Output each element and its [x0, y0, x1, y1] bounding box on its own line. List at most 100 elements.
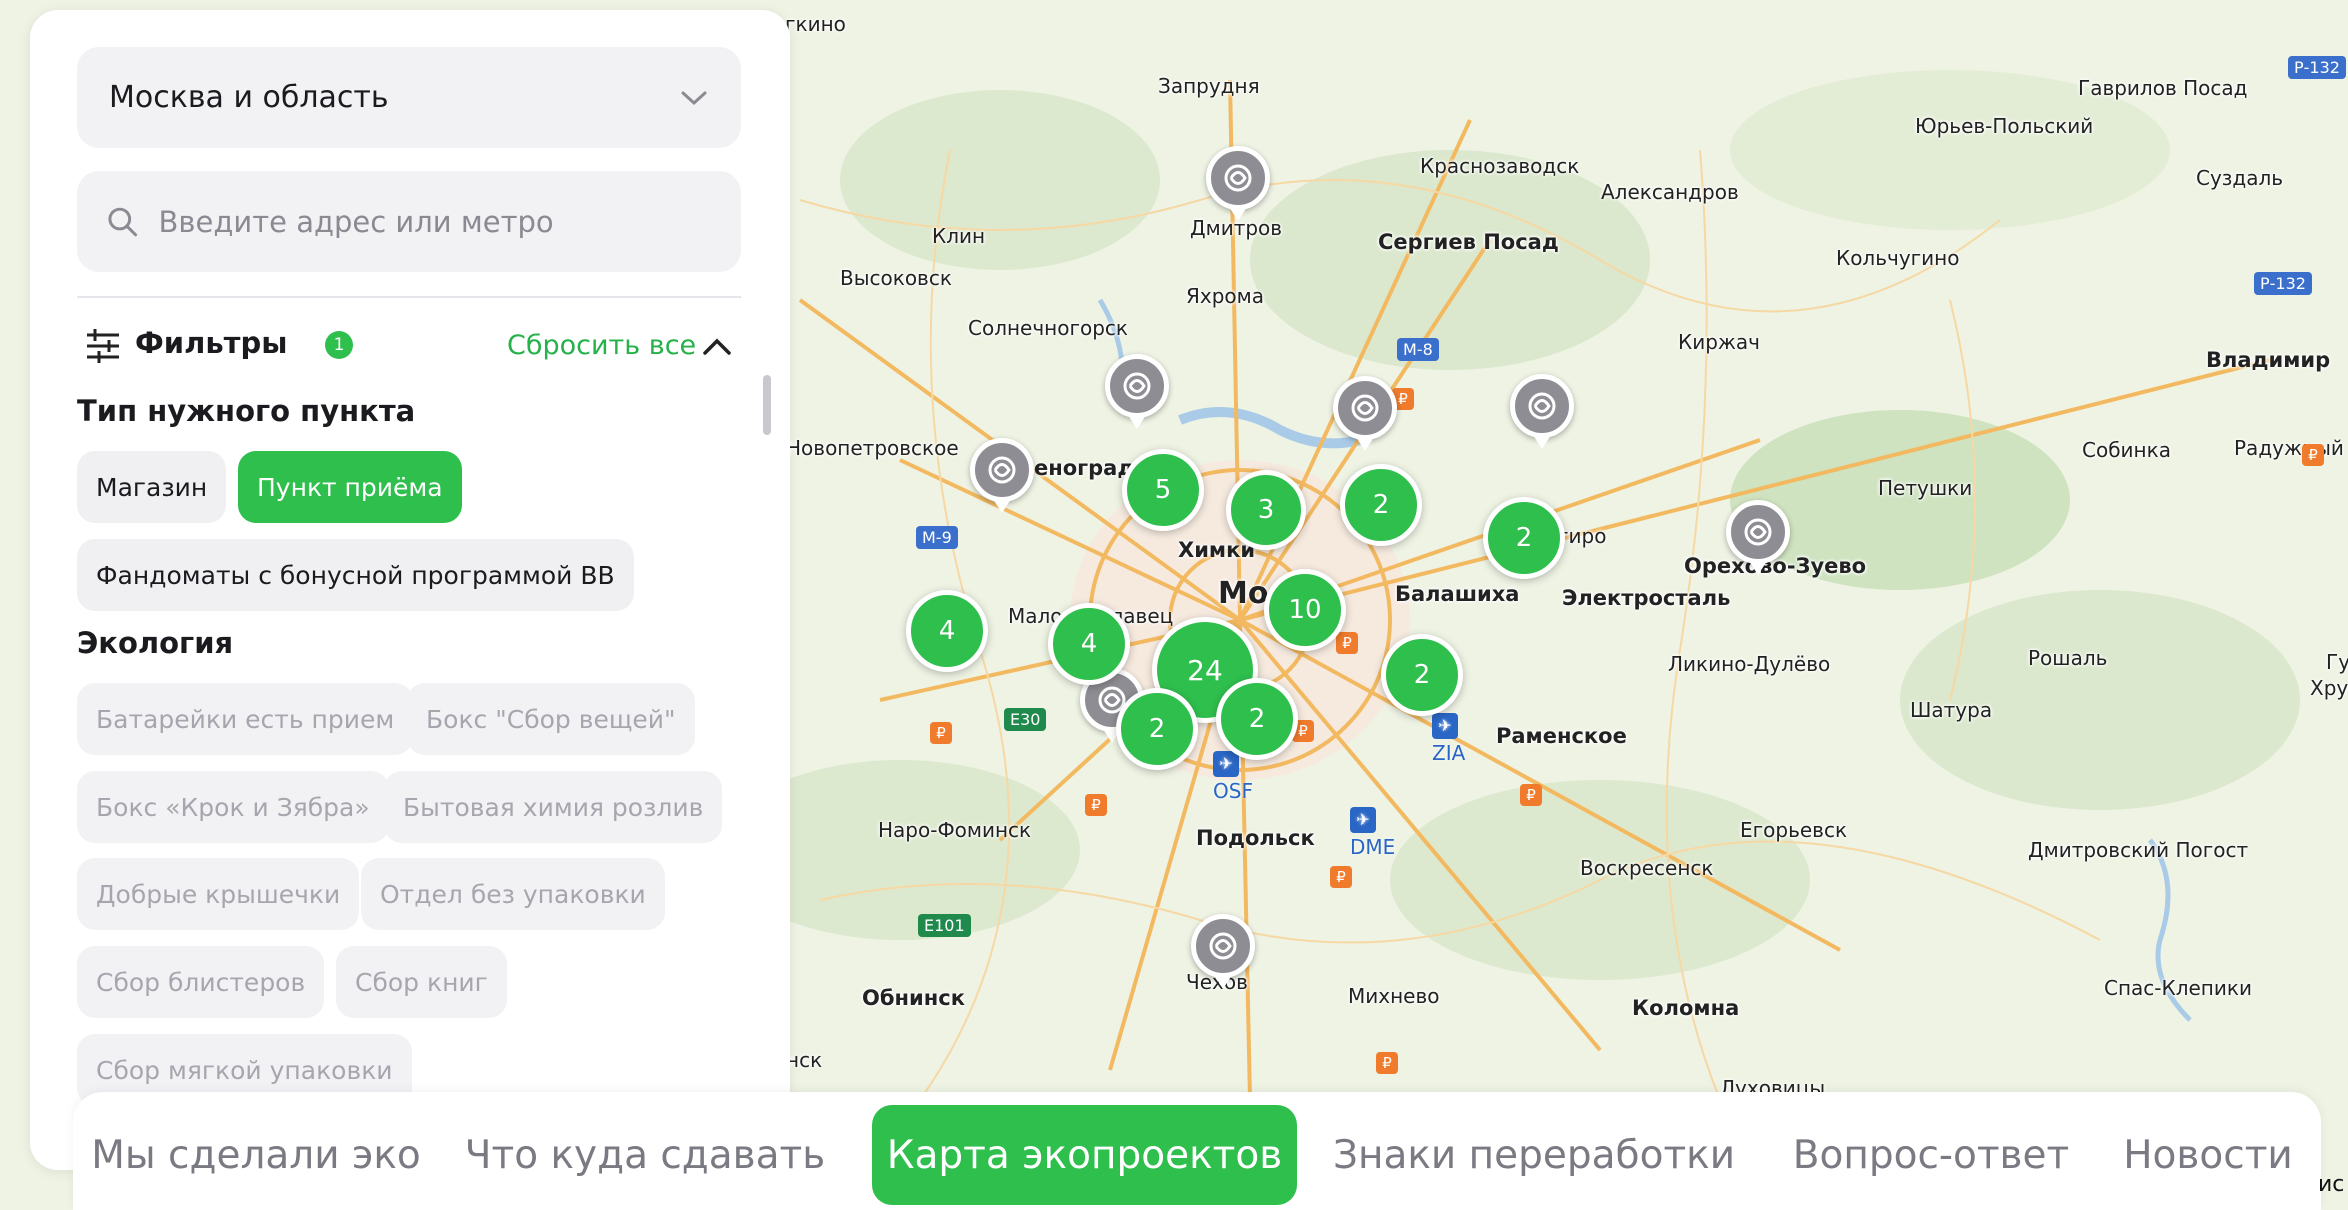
chip-bottle-caps[interactable]: Добрые крышечки: [77, 858, 360, 930]
collapse-filters-button[interactable]: [697, 326, 737, 366]
recycle-flower-icon: [1744, 518, 1772, 546]
recycle-flower-icon: [1224, 164, 1252, 192]
chip-clothes-box[interactable]: Бокс "Сбор вещей": [407, 683, 695, 755]
city-label: Юрьев-Польский: [1915, 114, 2094, 138]
fuel-station-icon: ₽: [1520, 784, 1542, 806]
nav-eco-map[interactable]: Карта экопроектов: [872, 1105, 1297, 1205]
city-label: еноград: [1034, 456, 1135, 480]
city-label: Сергиев Посад: [1378, 230, 1559, 254]
recycle-flower-icon: [1528, 392, 1556, 420]
plane-icon: ✈: [1432, 713, 1458, 739]
recycle-flower-icon: [1209, 932, 1237, 960]
city-label: Обнинск: [862, 986, 965, 1010]
city-label: гкино: [785, 12, 846, 36]
cluster-marker[interactable]: 2: [1340, 464, 1422, 546]
chip-collection-point[interactable]: Пункт приёма: [238, 451, 462, 523]
city-label: Михнево: [1348, 984, 1440, 1008]
chip-krok-box[interactable]: Бокс «Крок и Зябра»: [77, 771, 389, 843]
plane-icon: ✈: [1350, 807, 1376, 833]
route-shield: Е30: [1004, 708, 1047, 731]
city-label: нск: [786, 1048, 823, 1072]
filters-title: Фильтры: [135, 326, 288, 360]
fuel-station-icon: ₽: [930, 722, 952, 744]
city-label: Гаврилов Посад: [2078, 76, 2248, 100]
route-shield: Е101: [918, 914, 971, 937]
airport-marker: ✈ DME: [1350, 806, 1395, 859]
airport-code: ZIA: [1432, 741, 1466, 765]
chip-chemistry-refill[interactable]: Бытовая химия розлив: [384, 771, 723, 843]
cluster-marker[interactable]: 2: [1216, 678, 1298, 760]
fuel-station-icon: ₽: [2302, 444, 2324, 466]
recycle-point-pin[interactable]: [1105, 354, 1169, 429]
nav-about-eco[interactable]: Мы сделали эко: [91, 1105, 421, 1205]
cluster-marker[interactable]: 5: [1122, 449, 1204, 531]
nav-recycling-signs[interactable]: Знаки переработки: [1333, 1105, 1735, 1205]
chip-batteries[interactable]: Батарейки есть прием: [77, 683, 414, 755]
city-label: Высоковск: [840, 266, 952, 290]
city-label: Коломна: [1632, 996, 1740, 1020]
nav-what-where[interactable]: Что куда сдавать: [465, 1105, 826, 1205]
city-label: Киржач: [1678, 330, 1760, 354]
chevron-down-icon: [681, 91, 707, 105]
recycle-point-pin[interactable]: [1510, 374, 1574, 449]
region-select[interactable]: Москва и область: [77, 47, 741, 148]
city-label: гиро: [1558, 524, 1607, 548]
route-shield: Р-132: [2288, 56, 2346, 79]
city-label: Ликино-Дулёво: [1668, 652, 1831, 676]
cluster-marker[interactable]: 2: [1116, 688, 1198, 770]
chip-store[interactable]: Магазин: [77, 451, 227, 523]
reset-all-link[interactable]: Сбросить все: [507, 330, 696, 361]
city-label: Хруст: [2310, 676, 2348, 700]
chip-no-packaging[interactable]: Отдел без упаковки: [361, 858, 665, 930]
fuel-station-icon: ₽: [1376, 1052, 1398, 1074]
recycle-point-pin[interactable]: [1191, 914, 1255, 989]
address-search[interactable]: [77, 171, 741, 272]
chip-blisters[interactable]: Сбор блистеров: [77, 946, 325, 1018]
cluster-marker[interactable]: 2: [1483, 497, 1565, 579]
search-icon: [108, 207, 138, 236]
recycle-point-pin[interactable]: [1206, 146, 1270, 221]
scrollbar-thumb[interactable]: [763, 375, 771, 435]
recycle-point-pin[interactable]: [970, 438, 1034, 513]
city-label: Балашиха: [1395, 582, 1520, 606]
route-shield: М-8: [1397, 338, 1439, 361]
route-shield: М-9: [916, 526, 958, 549]
type-section-title: Тип нужного пункта: [77, 394, 416, 428]
city-label: Дмитровский Погост: [2028, 838, 2249, 862]
city-label: Наро-Фоминск: [878, 818, 1032, 842]
city-label: Суздаль: [2196, 166, 2284, 190]
recycle-point-pin[interactable]: [1726, 500, 1790, 575]
recycle-point-pin[interactable]: [1333, 376, 1397, 451]
cluster-marker[interactable]: 10: [1264, 569, 1346, 651]
airport-code: OSF: [1213, 779, 1253, 803]
map-attribution-fragment: ис: [2318, 1172, 2345, 1197]
chip-vending-machines[interactable]: Фандоматы с бонусной программой ВВ: [77, 539, 634, 611]
nav-news[interactable]: Новости: [2113, 1105, 2303, 1205]
cluster-marker[interactable]: 2: [1381, 634, 1463, 716]
cluster-marker[interactable]: 3: [1226, 470, 1306, 550]
city-label: Клин: [932, 224, 986, 248]
city-label: Собинка: [2082, 438, 2171, 462]
plane-icon: ✈: [1213, 751, 1239, 777]
search-input[interactable]: [156, 203, 713, 240]
recycle-flower-icon: [1351, 394, 1379, 422]
chip-books[interactable]: Сбор книг: [336, 946, 507, 1018]
bottom-navigation: Мы сделали эко Что куда сдавать Карта эк…: [73, 1092, 2321, 1210]
fuel-station-icon: ₽: [1336, 632, 1358, 654]
city-label: Краснозаводск: [1420, 154, 1580, 178]
filters-header: Фильтры 1 Сбросить все: [83, 322, 743, 372]
city-label: Мо: [1218, 576, 1269, 611]
city-label: Подольск: [1196, 826, 1315, 850]
city-label: Электросталь: [1562, 586, 1731, 610]
cluster-marker[interactable]: 4: [1048, 603, 1130, 685]
city-label: Егорьевск: [1740, 818, 1848, 842]
filter-panel: Москва и область Фильтры 1 Сбросить все …: [30, 10, 790, 1170]
filters-count-badge: 1: [325, 331, 353, 359]
recycle-flower-icon: [988, 456, 1016, 484]
fuel-station-icon: ₽: [1330, 866, 1352, 888]
city-label: Раменское: [1496, 724, 1627, 748]
nav-faq[interactable]: Вопрос-ответ: [1785, 1105, 2077, 1205]
route-shield: Р-132: [2254, 272, 2312, 295]
city-label: Гу: [2326, 650, 2348, 674]
cluster-marker[interactable]: 4: [906, 590, 988, 672]
